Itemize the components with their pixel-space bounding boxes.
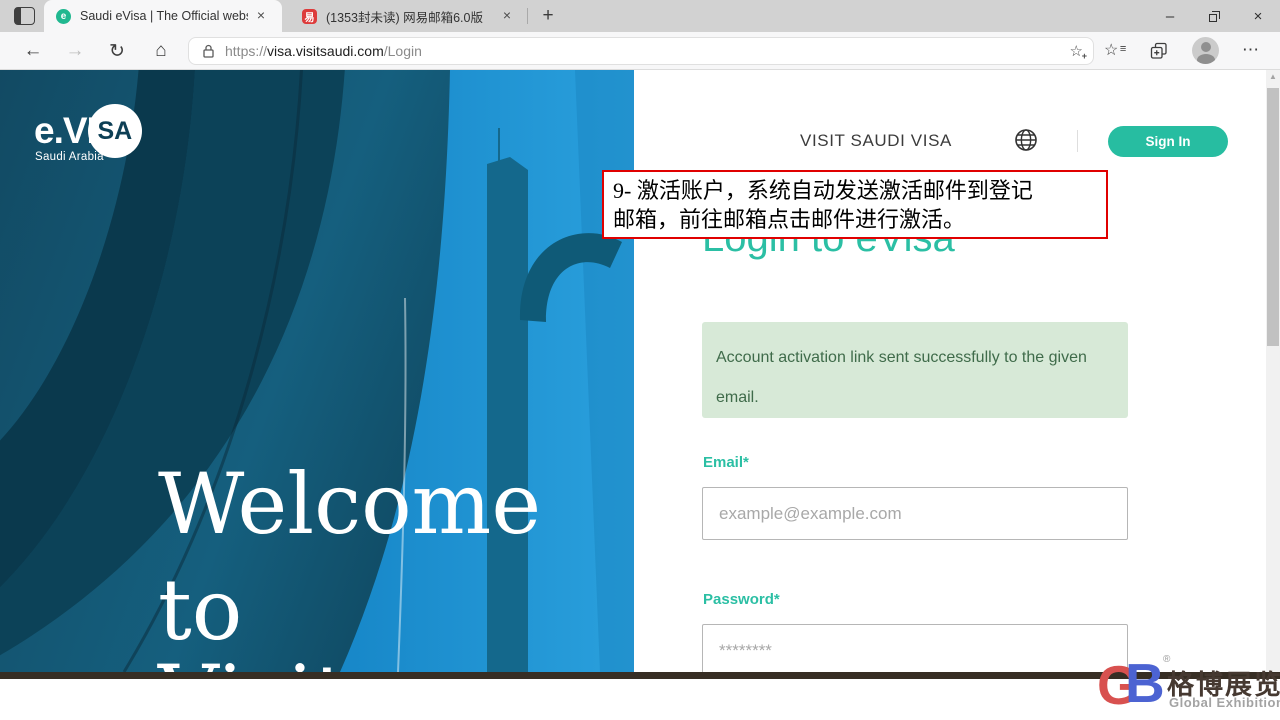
page-scrollbar[interactable]: ▲	[1266, 70, 1280, 672]
tab-bar: e Saudi eVisa | The Official website × 易…	[0, 0, 1280, 32]
refresh-icon[interactable]: ↻	[100, 32, 134, 70]
browser-window: e Saudi eVisa | The Official website × 易…	[0, 0, 1280, 720]
email-field[interactable]	[702, 487, 1128, 540]
close-tab-icon[interactable]: ×	[252, 7, 270, 25]
evisa-logo: e.VI SA Saudi Arabia	[34, 104, 142, 158]
url-text[interactable]: https://visa.visitsaudi.com/Login	[225, 43, 422, 59]
close-window-button[interactable]: ×	[1236, 0, 1280, 32]
profile-avatar[interactable]	[1192, 37, 1219, 64]
new-tab-button[interactable]: +	[536, 4, 560, 28]
evisa-logo-subtitle: Saudi Arabia	[35, 151, 104, 163]
hero-image: e.VI SA Saudi Arabia Welcome to Visit	[0, 70, 634, 672]
home-icon[interactable]: ⌂	[144, 32, 178, 70]
language-globe-icon[interactable]	[1014, 128, 1038, 152]
scrollbar-thumb[interactable]	[1267, 88, 1279, 346]
evisa-logo-badge: SA	[88, 104, 142, 158]
global-exhibition-watermark: G B ® 格博展览 Global Exhibition	[1097, 654, 1279, 714]
netease-mail-favicon-icon: 易	[302, 9, 317, 24]
tutorial-annotation-box: 9- 激活账户，系统自动发送激活邮件到登记 邮箱，前往邮箱点击邮件进行激活。	[602, 170, 1108, 239]
annotation-line2: 邮箱，前往邮箱点击邮件进行激活。	[613, 205, 1097, 234]
welcome-text-line3-clipped: Visit	[158, 654, 348, 672]
navigation-toolbar: ← → ↻ ⌂ https://visa.visitsaudi.com/Logi…	[0, 32, 1280, 70]
watermark-english-text: Global Exhibition	[1169, 695, 1280, 710]
alert-text-line2: email.	[716, 378, 1114, 418]
forward-icon: →	[58, 32, 92, 70]
close-tab-icon[interactable]: ×	[498, 7, 516, 25]
address-bar[interactable]: https://visa.visitsaudi.com/Login ☆+	[188, 37, 1094, 65]
evisa-favicon-icon: e	[56, 9, 71, 24]
annotation-line1: 9- 激活账户，系统自动发送激活邮件到登记	[613, 176, 1097, 205]
minimize-window-button[interactable]: –	[1148, 0, 1192, 32]
password-field[interactable]	[702, 624, 1128, 672]
restore-icon	[1209, 11, 1220, 22]
email-label: Email*	[703, 454, 749, 471]
welcome-text-line2: to	[158, 568, 242, 652]
add-favorite-icon[interactable]: ☆+	[1070, 42, 1083, 60]
scroll-up-arrow-icon[interactable]: ▲	[1266, 72, 1280, 81]
visit-saudi-visa-brand: VISIT SAUDI VISA	[800, 131, 952, 151]
evisa-logo-text: e.VI	[34, 110, 96, 152]
bottom-divider-bar	[0, 672, 1280, 679]
sign-in-button[interactable]: Sign In	[1108, 126, 1228, 157]
settings-menu-icon[interactable]: ⋯	[1242, 40, 1260, 60]
lock-icon[interactable]	[202, 43, 215, 59]
tab-title: Saudi eVisa | The Official website	[80, 9, 248, 23]
tab-saudi-evisa[interactable]: e Saudi eVisa | The Official website ×	[44, 0, 282, 32]
restore-window-button[interactable]	[1192, 0, 1236, 32]
page-content: e.VI SA Saudi Arabia Welcome to Visit VI…	[0, 70, 1280, 672]
tab-separator	[527, 8, 528, 24]
tab-actions-menu-icon[interactable]	[14, 7, 35, 25]
favorites-icon[interactable]: ☆≡	[1104, 40, 1118, 60]
header-divider	[1077, 130, 1078, 152]
alert-text-line1: Account activation link sent successfull…	[716, 338, 1114, 378]
back-icon[interactable]: ←	[16, 32, 50, 70]
password-label: Password*	[703, 591, 780, 608]
activation-success-alert: Account activation link sent successfull…	[702, 322, 1128, 418]
welcome-text-line1: Welcome	[158, 462, 541, 546]
tab-title: (1353封未读) 网易邮箱6.0版	[326, 7, 494, 26]
watermark-logo-b: B	[1125, 656, 1165, 711]
collections-icon[interactable]	[1150, 42, 1168, 60]
window-controls: – ×	[1148, 0, 1280, 32]
tab-netease-mail[interactable]: 易 (1353封未读) 网易邮箱6.0版 ×	[290, 0, 522, 32]
